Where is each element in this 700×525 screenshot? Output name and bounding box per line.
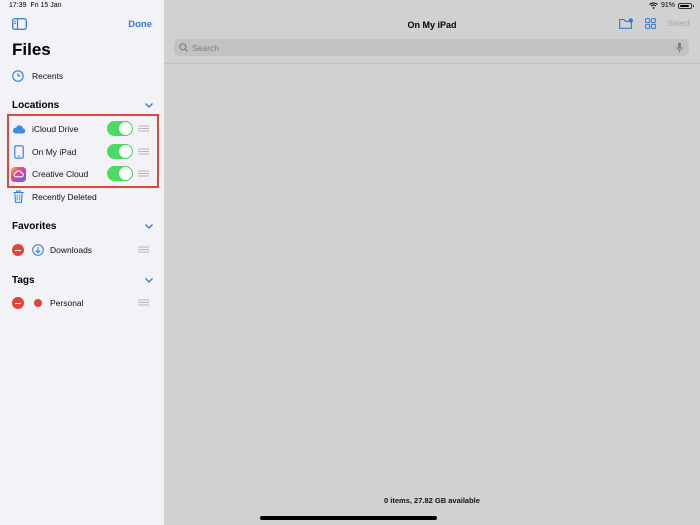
chevron-down-icon xyxy=(145,103,153,108)
main-content: 91% On My iPad Select 0 items, 27.82 GB … xyxy=(164,0,700,525)
page-title: Files xyxy=(12,40,51,59)
search-icon xyxy=(179,43,188,52)
storage-status: 0 items, 27.82 GB available xyxy=(384,496,480,505)
locations-highlight-box xyxy=(7,114,159,188)
grid-view-icon[interactable] xyxy=(644,18,656,29)
favorites-section-header[interactable]: Favorites xyxy=(12,219,154,233)
clock-icon xyxy=(12,70,24,82)
remove-tag-icon[interactable] xyxy=(12,297,24,309)
header-divider xyxy=(164,63,700,64)
sidebar-item-label: Recents xyxy=(32,71,64,81)
search-input[interactable] xyxy=(192,42,672,53)
sidebar-item-label: Recently Deleted xyxy=(32,192,97,202)
reorder-handle-icon[interactable] xyxy=(138,299,149,306)
remove-favorite-icon[interactable] xyxy=(12,244,24,256)
sidebar-item-label: Personal xyxy=(50,298,84,308)
wifi-icon xyxy=(649,2,658,9)
locations-section-header[interactable]: Locations xyxy=(12,98,154,112)
sidebar-item-label: Downloads xyxy=(50,245,93,255)
sidebar-item-downloads[interactable]: Downloads xyxy=(0,239,164,261)
microphone-icon[interactable] xyxy=(676,42,683,53)
section-title: Tags xyxy=(12,274,35,286)
tag-dot-icon xyxy=(34,299,42,307)
battery-icon xyxy=(678,2,694,9)
section-title: Locations xyxy=(12,99,60,111)
trash-icon xyxy=(13,190,24,203)
reorder-handle-icon[interactable] xyxy=(138,246,149,253)
chevron-down-icon xyxy=(145,278,153,283)
tags-section-header[interactable]: Tags xyxy=(12,273,154,287)
home-indicator[interactable] xyxy=(260,516,437,520)
sidebar-item-recents[interactable]: Recents xyxy=(0,65,164,87)
new-folder-icon[interactable] xyxy=(618,18,633,29)
chevron-down-icon xyxy=(145,224,153,229)
status-time-date: 17:39 Fri 15 Jan xyxy=(9,2,62,9)
sidebar: 17:39 Fri 15 Jan Done Files Recents Loca… xyxy=(0,0,164,525)
sidebar-toggle-icon[interactable] xyxy=(12,18,27,30)
sidebar-item-recently-deleted[interactable]: Recently Deleted xyxy=(0,186,164,208)
download-icon xyxy=(32,244,44,256)
done-button[interactable]: Done xyxy=(128,19,152,30)
search-bar[interactable] xyxy=(174,39,689,56)
toolbar: Select xyxy=(618,18,690,29)
section-title: Favorites xyxy=(12,220,57,232)
sidebar-item-tag-personal[interactable]: Personal xyxy=(0,292,164,314)
status-indicators: 91% xyxy=(649,2,694,9)
battery-percent: 91% xyxy=(660,2,675,9)
select-button[interactable]: Select xyxy=(668,19,690,28)
